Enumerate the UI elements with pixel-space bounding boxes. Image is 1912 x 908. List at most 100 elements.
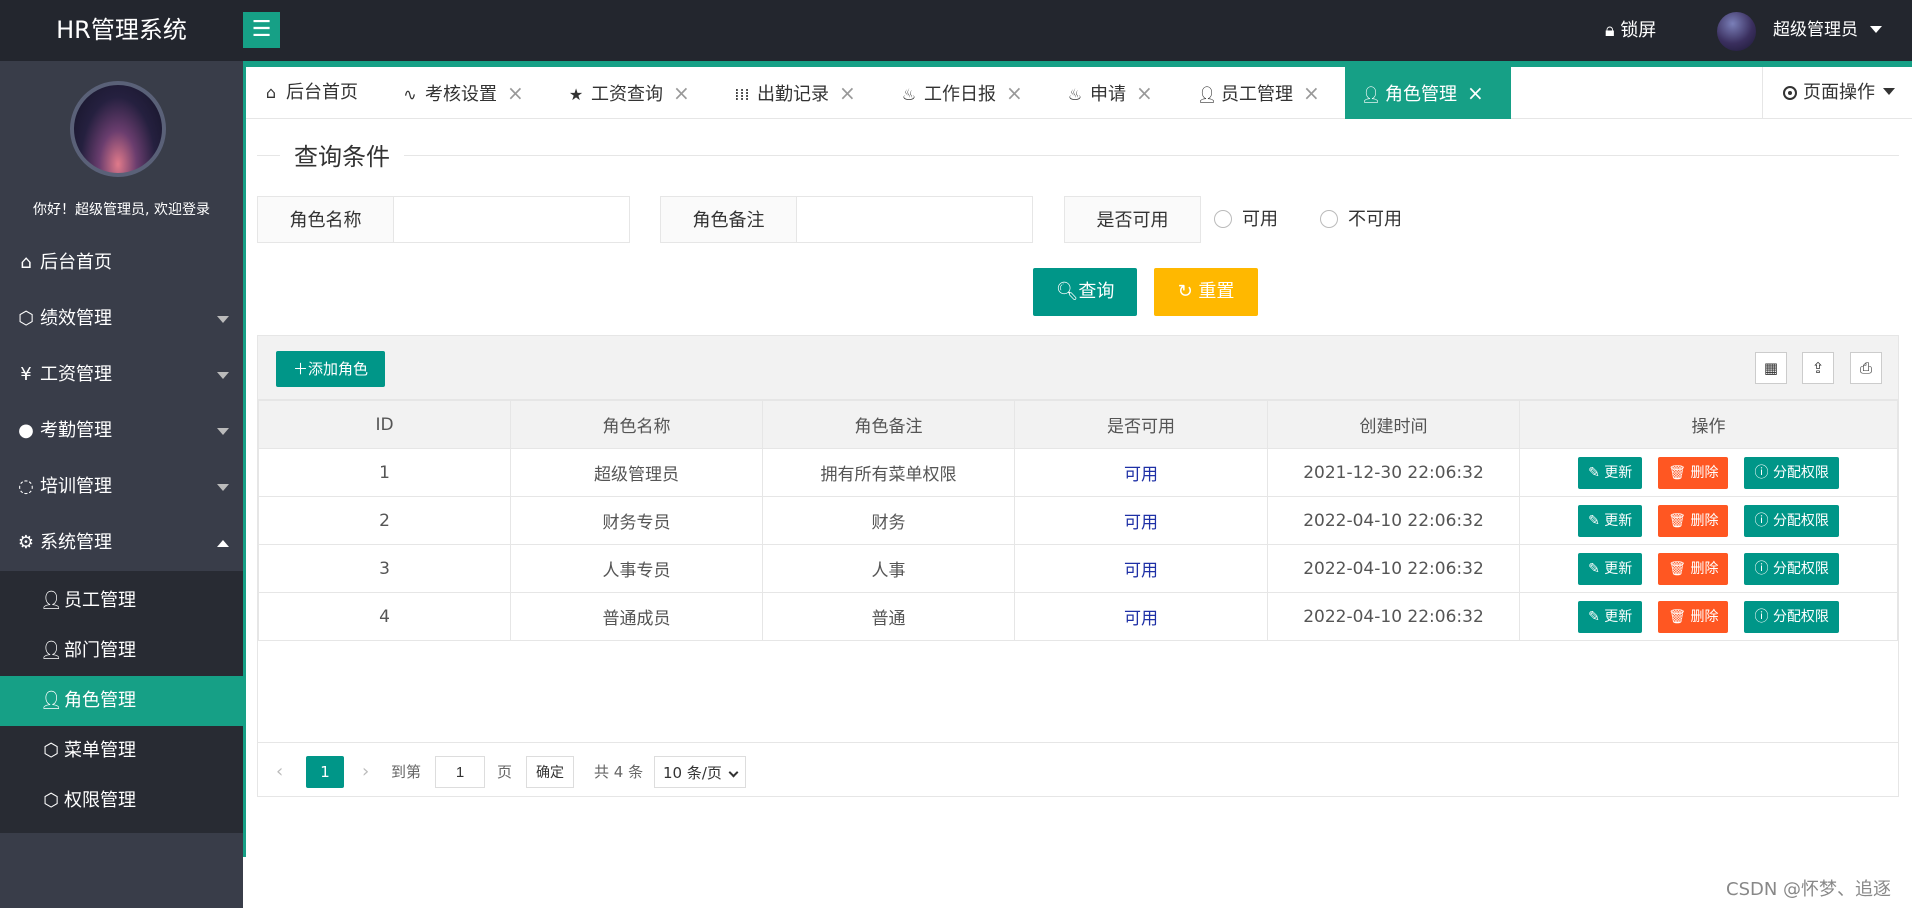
export-icon[interactable]: ⇪ <box>1802 352 1834 384</box>
column-header[interactable]: 角色备注 <box>762 400 1015 449</box>
tab-home[interactable]: ⌂ 后台首页 <box>262 67 358 119</box>
update-button[interactable]: ✎ 更新 <box>1578 600 1643 633</box>
update-button[interactable]: ✎ 更新 <box>1578 456 1643 489</box>
cell-created: 2022-04-10 22:06:32 <box>1267 544 1520 593</box>
refresh-icon: ↻ <box>1177 281 1199 302</box>
tab-attendance[interactable]: ⁞⁞⁞ 出勤记录 × <box>733 67 856 119</box>
tab-label: 工资查询 <box>591 84 663 105</box>
info-icon: ⓘ <box>1754 608 1773 625</box>
tab-assessment[interactable]: ∿ 考核设置 × <box>401 67 524 119</box>
cell-enabled: 可用 <box>1014 544 1268 593</box>
button-label: 分配权限 <box>1772 608 1829 625</box>
chevron-right-icon[interactable]: › <box>362 756 369 788</box>
chevron-left-icon[interactable]: ‹ <box>276 756 283 788</box>
delete-button[interactable]: 🗑︎ 删除 <box>1658 504 1729 537</box>
sidebar-item-employees[interactable]: 👤︎员工管理 <box>0 576 243 626</box>
column-header[interactable]: 角色名称 <box>510 400 763 449</box>
cell-name: 人事专员 <box>510 544 763 593</box>
search-button[interactable]: 🔍︎查询 <box>1033 268 1137 316</box>
delete-button[interactable]: 🗑︎ 删除 <box>1658 456 1729 489</box>
chevron-down-icon <box>217 484 229 491</box>
sidebar-item-attendance[interactable]: ● 考勤管理 <box>0 403 243 459</box>
delete-button[interactable]: 🗑︎ 删除 <box>1658 552 1729 585</box>
sidebar-item-salary[interactable]: ¥ 工资管理 <box>0 347 243 403</box>
lock-screen-button[interactable]: 🔒︎ 锁屏 <box>1605 0 1656 61</box>
home-icon: ⌂ <box>265 83 277 102</box>
hamburger-icon[interactable]: ☰ <box>243 12 280 48</box>
info-icon: ⓘ <box>1754 512 1773 529</box>
assign-permission-button[interactable]: ⓘ 分配权限 <box>1744 456 1839 489</box>
print-icon[interactable]: ⎙ <box>1850 352 1882 384</box>
close-icon[interactable]: × <box>1467 81 1484 105</box>
tab-employees[interactable]: 👤︎ 员工管理 × <box>1197 67 1320 119</box>
sidebar-item-label: 工资管理 <box>40 364 112 385</box>
tab-label: 申请 <box>1090 84 1126 105</box>
sidebar-item-label: 菜单管理 <box>64 740 136 761</box>
close-icon[interactable]: × <box>673 81 690 105</box>
fire-icon: ♨ <box>1067 85 1083 104</box>
close-icon[interactable]: × <box>507 81 524 105</box>
cell-created: 2022-04-10 22:06:32 <box>1267 496 1520 545</box>
role-table: ID 角色名称 角色备注 是否可用 创建时间 操作 1 超级管理员 拥有所有菜单… <box>258 400 1898 641</box>
page-operations-dropdown[interactable]: 页面操作 <box>1762 67 1912 119</box>
radio-enabled[interactable]: 可用 <box>1214 207 1278 233</box>
sidebar-item-home[interactable]: ⌂ 后台首页 <box>0 235 243 291</box>
role-remark-input[interactable] <box>797 196 1033 243</box>
column-header[interactable]: ID <box>258 400 511 449</box>
add-role-button[interactable]: ＋添加角色 <box>276 351 385 387</box>
user-icon: 👤︎ <box>40 690 63 711</box>
close-icon[interactable]: × <box>839 81 856 105</box>
tab-roles[interactable]: 👤︎ 角色管理 × <box>1345 67 1511 119</box>
sidebar-item-roles[interactable]: 👤︎角色管理 <box>0 676 243 726</box>
page-size-select[interactable]: 10 条/页 <box>654 756 746 788</box>
close-icon[interactable]: × <box>1136 81 1153 105</box>
assign-permission-button[interactable]: ⓘ 分配权限 <box>1744 600 1839 633</box>
column-header[interactable]: 操作 <box>1519 400 1898 449</box>
radio-circle-icon <box>1214 210 1232 228</box>
tab-salary-query[interactable]: ★ 工资查询 × <box>567 67 690 119</box>
columns-icon[interactable]: ▦ <box>1755 352 1787 384</box>
pagination: ‹ 1 › 到第 1 页 确定 共 4 条 10 条/页 <box>258 742 1898 796</box>
sidebar-item-system[interactable]: ⚙ 系统管理 <box>0 515 243 571</box>
assign-permission-button[interactable]: ⓘ 分配权限 <box>1744 552 1839 585</box>
update-button[interactable]: ✎ 更新 <box>1578 552 1643 585</box>
tab-daily-report[interactable]: ♨ 工作日报 × <box>900 67 1023 119</box>
page-number-current[interactable]: 1 <box>306 756 344 788</box>
sidebar-item-training[interactable]: ◌ 培训管理 <box>0 459 243 515</box>
close-icon[interactable]: × <box>1006 81 1023 105</box>
delete-button[interactable]: 🗑︎ 删除 <box>1658 600 1729 633</box>
cell-name: 超级管理员 <box>510 448 763 497</box>
cell-name: 财务专员 <box>510 496 763 545</box>
cube-icon: ⬡ <box>43 740 59 761</box>
chevron-down-icon <box>217 428 229 435</box>
pulse-icon: ∿ <box>403 85 417 104</box>
sidebar-item-performance[interactable]: ⬡ 绩效管理 <box>0 291 243 347</box>
column-header[interactable]: 创建时间 <box>1267 400 1520 449</box>
role-name-input[interactable] <box>394 196 630 243</box>
cell-enabled: 可用 <box>1014 496 1268 545</box>
cell-created: 2022-04-10 22:06:32 <box>1267 592 1520 641</box>
sidebar-item-permissions[interactable]: ⬡ 权限管理 <box>0 776 243 826</box>
target-icon <box>1783 86 1797 100</box>
goto-confirm-button[interactable]: 确定 <box>526 756 574 788</box>
table-row: 1 超级管理员 拥有所有菜单权限 可用 2021-12-30 22:06:32 … <box>258 448 1898 497</box>
table-row: 2 财务专员 财务 可用 2022-04-10 22:06:32 ✎ 更新 🗑︎ … <box>258 496 1898 545</box>
column-header[interactable]: 是否可用 <box>1014 400 1268 449</box>
assign-permission-button[interactable]: ⓘ 分配权限 <box>1744 504 1839 537</box>
sidebar-item-menus[interactable]: ⬡ 菜单管理 <box>0 726 243 776</box>
goto-page-input[interactable]: 1 <box>435 756 485 788</box>
chevron-down-icon[interactable] <box>1870 26 1882 33</box>
radio-disabled[interactable]: 不可用 <box>1320 207 1402 233</box>
reset-button[interactable]: ↻ 重置 <box>1154 268 1258 316</box>
sidebar-item-departments[interactable]: 👤︎部门管理 <box>0 626 243 676</box>
system-submenu: 👤︎员工管理 👤︎部门管理 👤︎角色管理 ⬡ 菜单管理 ⬡ 权限管理 <box>0 571 243 833</box>
avatar[interactable] <box>1717 12 1756 51</box>
tab-label: 后台首页 <box>286 82 358 103</box>
radio-label: 不可用 <box>1348 209 1402 230</box>
user-name[interactable]: 超级管理员 <box>1773 0 1858 61</box>
close-icon[interactable]: × <box>1303 81 1320 105</box>
tab-application[interactable]: ♨ 申请 × <box>1066 67 1153 119</box>
sidebar-item-label: 员工管理 <box>64 590 136 611</box>
update-button[interactable]: ✎ 更新 <box>1578 504 1643 537</box>
button-label: 分配权限 <box>1772 560 1829 577</box>
